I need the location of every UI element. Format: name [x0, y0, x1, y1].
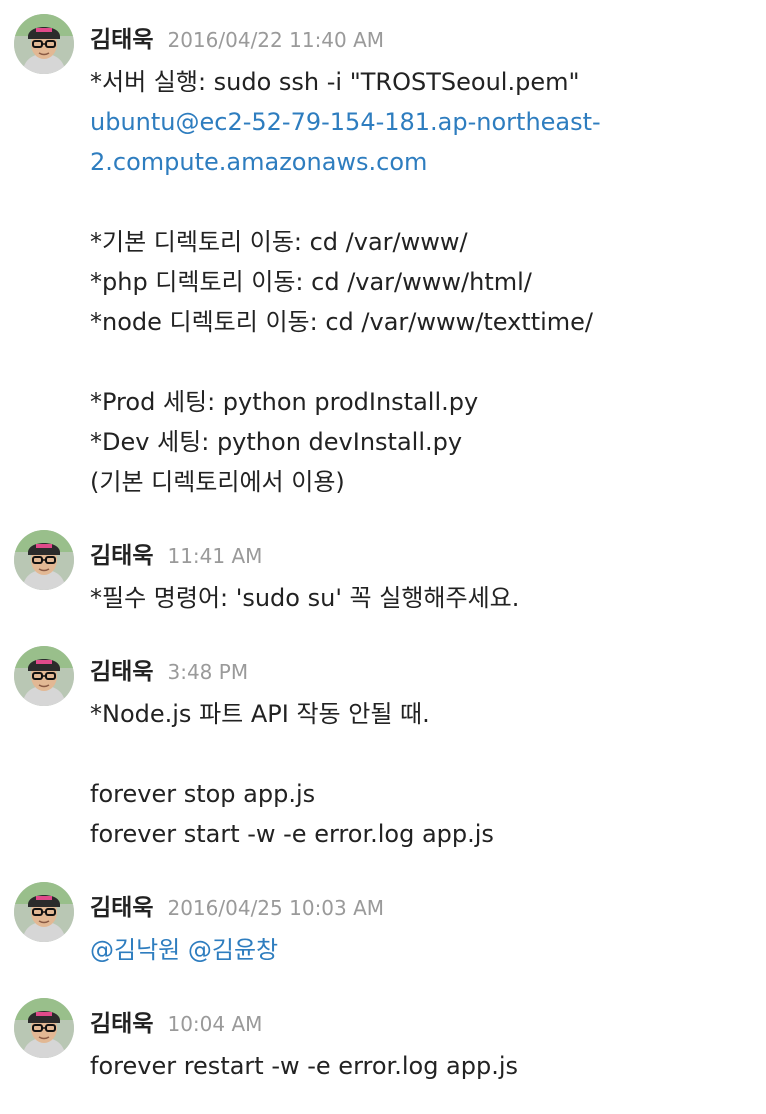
- message-header: 김태욱 3:48 PM: [90, 652, 248, 686]
- message-link[interactable]: ubuntu@ec2-52-79-154-181.ap-northeast-: [90, 102, 750, 142]
- message-header: 김태욱 10:04 AM: [90, 1004, 262, 1038]
- sender-name[interactable]: 김태욱: [90, 888, 153, 922]
- message-line: *php 디렉토리 이동: cd /var/www/html/: [90, 268, 532, 296]
- message-body: @김낙원 @김윤창: [90, 930, 750, 970]
- user-mention[interactable]: @김낙원: [90, 936, 180, 964]
- mention-line: @김낙원 @김윤창: [90, 930, 750, 970]
- message-line: (기본 디렉토리에서 이용): [90, 468, 345, 496]
- sender-name[interactable]: 김태욱: [90, 536, 153, 570]
- message-line: *node 디렉토리 이동: cd /var/www/texttime/: [90, 308, 594, 336]
- message-timestamp[interactable]: 2016/04/25 10:03 AM: [167, 896, 384, 920]
- message-link[interactable]: 2.compute.amazonaws.com: [90, 142, 750, 182]
- user-avatar-image: [14, 530, 74, 590]
- user-mention[interactable]: @김윤창: [188, 936, 278, 964]
- message-body: *서버 실행: sudo ssh -i "TROSTSeoul.pem" ubu…: [90, 62, 750, 502]
- message-line: *필수 명령어: 'sudo su' 꼭 실행해주세요.: [90, 584, 520, 612]
- chat-message-list: 김태욱 2016/04/22 11:40 AM *서버 실행: sudo ssh…: [0, 0, 766, 1114]
- message-header: 김태욱 2016/04/25 10:03 AM: [90, 888, 384, 922]
- message-timestamp[interactable]: 11:41 AM: [167, 544, 262, 568]
- user-avatar-image: [14, 14, 74, 74]
- sender-name[interactable]: 김태욱: [90, 652, 153, 686]
- avatar[interactable]: [14, 646, 74, 706]
- user-avatar-image: [14, 998, 74, 1058]
- message-line: *Dev 세팅: python devInstall.py: [90, 428, 463, 456]
- sender-name[interactable]: 김태욱: [90, 20, 153, 54]
- avatar[interactable]: [14, 998, 74, 1058]
- message-line: *Prod 세팅: python prodInstall.py: [90, 388, 479, 416]
- message-timestamp[interactable]: 3:48 PM: [167, 660, 248, 684]
- avatar[interactable]: [14, 530, 74, 590]
- message-line: *Node.js 파트 API 작동 안될 때.: [90, 700, 430, 728]
- message-timestamp[interactable]: 10:04 AM: [167, 1012, 262, 1036]
- message-body: *필수 명령어: 'sudo su' 꼭 실행해주세요.: [90, 578, 750, 618]
- message-line: forever start -w -e error.log app.js: [90, 820, 494, 848]
- message-line: *서버 실행: sudo ssh -i "TROSTSeoul.pem": [90, 68, 580, 96]
- message-header: 김태욱 11:41 AM: [90, 536, 262, 570]
- message-line: forever restart -w -e error.log app.js: [90, 1052, 519, 1080]
- avatar[interactable]: [14, 882, 74, 942]
- user-avatar-image: [14, 882, 74, 942]
- message-line: forever stop app.js: [90, 780, 316, 808]
- message-header: 김태욱 2016/04/22 11:40 AM: [90, 20, 384, 54]
- user-avatar-image: [14, 646, 74, 706]
- message-line: *기본 디렉토리 이동: cd /var/www/: [90, 228, 468, 256]
- message-body: forever restart -w -e error.log app.js: [90, 1046, 750, 1086]
- message-timestamp[interactable]: 2016/04/22 11:40 AM: [167, 28, 384, 52]
- avatar[interactable]: [14, 14, 74, 74]
- sender-name[interactable]: 김태욱: [90, 1004, 153, 1038]
- message-body: *Node.js 파트 API 작동 안될 때. forever stop ap…: [90, 694, 750, 854]
